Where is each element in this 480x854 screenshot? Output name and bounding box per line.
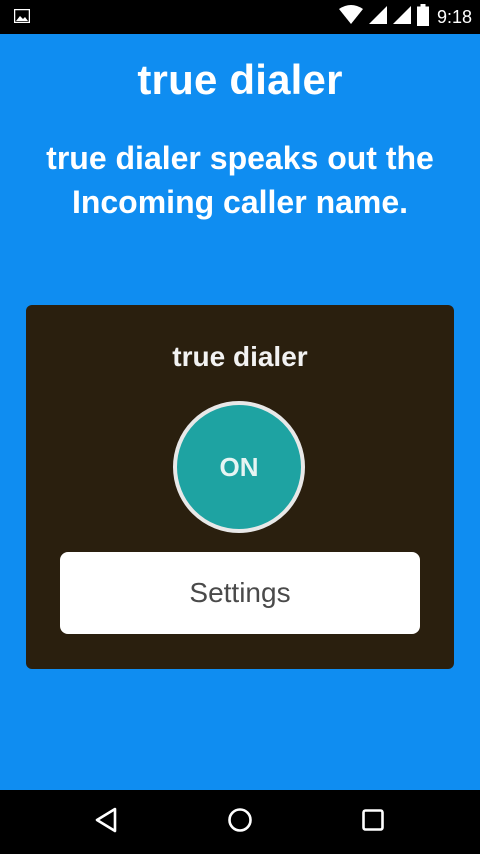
screen: 9:18 true dialer true dialer speaks out …	[0, 0, 480, 854]
battery-icon	[416, 3, 429, 31]
navigation-bar	[0, 790, 480, 854]
card-title: true dialer	[172, 341, 308, 372]
status-bar: 9:18	[0, 0, 480, 34]
wifi-icon	[338, 4, 363, 30]
recents-button[interactable]	[355, 804, 391, 840]
status-icons: 9:18	[338, 0, 472, 34]
signal-icon	[368, 5, 387, 30]
home-icon	[227, 807, 253, 838]
on-off-toggle-button[interactable]: ON	[173, 401, 305, 533]
control-card: true dialer ON Settings	[26, 305, 454, 669]
signal-icon	[392, 5, 411, 30]
back-button[interactable]	[88, 804, 124, 840]
back-icon	[94, 807, 118, 838]
app-title: true dialer	[137, 56, 343, 103]
image-notification-icon	[13, 8, 31, 24]
main-content: true dialer true dialer speaks out the I…	[0, 34, 480, 790]
status-time: 9:18	[436, 6, 472, 27]
settings-button[interactable]: Settings	[60, 552, 420, 634]
tagline: true dialer speaks out the Incoming call…	[46, 140, 434, 220]
home-button[interactable]	[222, 804, 258, 840]
recents-icon	[361, 808, 385, 837]
